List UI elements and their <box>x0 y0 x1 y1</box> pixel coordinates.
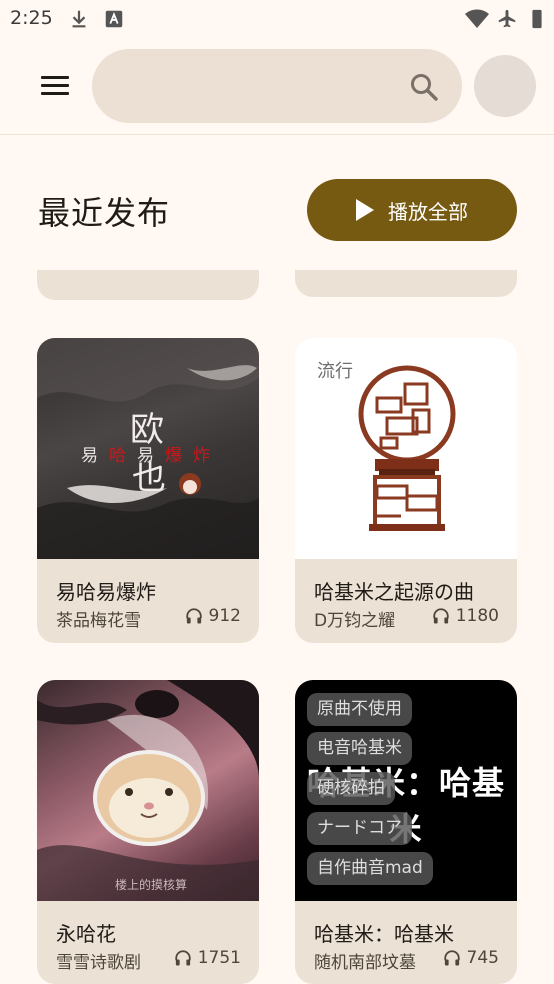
cover-text: 哈 <box>109 446 126 466</box>
cover-watermark: 楼上的摸核算 <box>115 878 188 892</box>
song-artist: 茶品梅花雪 <box>56 611 141 631</box>
tag-chip: 原曲不使用 <box>307 693 412 726</box>
battery-icon <box>532 9 542 29</box>
headphones-icon <box>443 950 460 966</box>
song-artist: D万钧之耀 <box>314 611 396 631</box>
play-count-value: 912 <box>208 606 241 626</box>
menu-icon <box>41 76 69 79</box>
menu-icon-line <box>41 84 69 87</box>
top-app-bar <box>0 38 554 135</box>
song-card[interactable]: 哈基米：哈基米 原曲不使用 电音哈基米 硬核碎拍 ナードコア 自作曲音mad 哈… <box>295 680 517 984</box>
play-count: 1751 <box>174 948 241 968</box>
wifi-icon <box>465 9 489 28</box>
song-card[interactable]: 楼上的摸核算 永哈花 雪雪诗歌剧 1751 <box>37 680 259 984</box>
song-artist: 随机南部坟墓 <box>314 953 416 973</box>
song-title: 永哈花 <box>56 922 116 946</box>
song-card[interactable]: 流行 哈基米之起源の曲 D万钧之耀 1180 <box>295 338 517 643</box>
song-card-partial[interactable] <box>37 270 259 300</box>
song-title: 哈基米之起源の曲 <box>314 580 474 604</box>
tag-chip: 自作曲音mad <box>307 852 433 885</box>
search-icon[interactable] <box>408 71 440 103</box>
song-card-partial[interactable] <box>295 270 517 297</box>
play-count: 912 <box>185 606 241 626</box>
tag-chip: ナードコア <box>307 812 412 845</box>
play-icon <box>356 199 374 221</box>
section-title: 最近发布 <box>38 194 171 232</box>
download-icon <box>72 10 86 28</box>
tag-chip: 电音哈基米 <box>307 732 412 765</box>
status-bar: 2:25 <box>0 0 554 38</box>
menu-icon-line <box>41 92 69 95</box>
play-count-value: 1180 <box>455 606 499 626</box>
menu-button[interactable] <box>30 62 78 110</box>
cat-face-art <box>37 680 259 901</box>
song-card[interactable]: 欧 也 易 哈 易 爆 炸 易哈易爆炸 茶品梅花雪 912 <box>37 338 259 643</box>
headphones-icon <box>433 608 449 624</box>
status-time: 2:25 <box>10 7 53 29</box>
song-cover: 楼上的摸核算 <box>37 680 259 901</box>
avatar[interactable] <box>474 55 536 117</box>
antique-shelf-art <box>358 365 456 531</box>
song-cover: 流行 <box>295 338 517 559</box>
headphones-icon <box>185 608 202 624</box>
song-cover: 欧 也 易 哈 易 爆 炸 <box>37 338 259 559</box>
play-all-button[interactable]: 播放全部 <box>307 179 517 241</box>
cover-text: 易 <box>137 446 154 466</box>
play-count: 1180 <box>432 606 499 626</box>
song-title: 哈基米：哈基米 <box>314 922 454 946</box>
play-count-value: 745 <box>466 948 499 968</box>
cover-text: 易 <box>81 446 98 466</box>
song-title: 易哈易爆炸 <box>56 580 156 604</box>
airplane-mode-icon <box>498 9 516 28</box>
headphones-icon <box>175 950 191 966</box>
song-cover: 哈基米：哈基米 原曲不使用 电音哈基米 硬核碎拍 ナードコア 自作曲音mad <box>295 680 517 901</box>
play-all-label: 播放全部 <box>388 199 468 224</box>
tag-chip: 硬核碎拍 <box>307 772 395 805</box>
search-bar[interactable] <box>92 49 462 123</box>
song-artist: 雪雪诗歌剧 <box>56 953 141 973</box>
cover-text: 爆 <box>165 446 182 466</box>
play-count-value: 1751 <box>197 948 241 968</box>
search-input[interactable] <box>116 71 400 103</box>
play-count: 745 <box>443 948 499 968</box>
text-notification-icon <box>105 10 123 28</box>
cover-text: 炸 <box>193 446 210 466</box>
